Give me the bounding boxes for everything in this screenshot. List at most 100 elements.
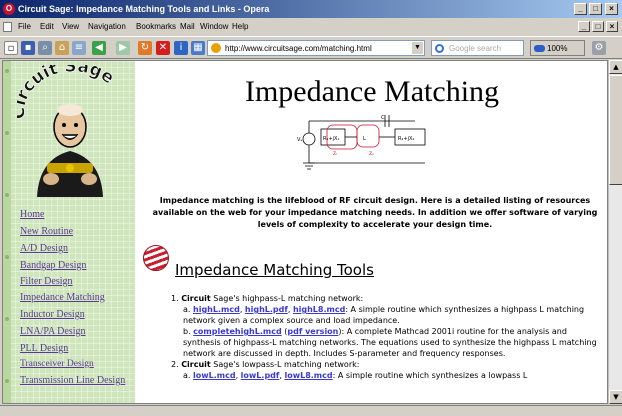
chevron-down-icon[interactable]: ▼	[412, 42, 423, 54]
section-title: Impedance Matching Tools	[175, 261, 374, 279]
info-icon[interactable]: i	[174, 41, 188, 55]
sub-label: a.	[183, 305, 191, 314]
menu-window[interactable]: Window	[200, 22, 228, 31]
link-pdf-version[interactable]: pdf version	[287, 327, 338, 336]
find-icon[interactable]: ⌕	[38, 41, 52, 55]
item-number: 2.	[171, 360, 179, 369]
reload-icon[interactable]: ↻	[138, 41, 152, 55]
strip-dot	[5, 255, 9, 259]
doc-close-button[interactable]: ×	[606, 21, 618, 32]
save-icon[interactable]: ▪	[21, 41, 35, 55]
nav-link-lna-pa-design[interactable]: LNA/PA Design	[20, 326, 85, 337]
tabs-icon[interactable]: ▦	[191, 41, 205, 55]
scroll-thumb[interactable]	[609, 75, 622, 185]
menu-file[interactable]: File	[18, 22, 31, 31]
strip-dot	[5, 317, 9, 321]
menu-help[interactable]: Help	[232, 22, 248, 31]
nav-link-filter-design[interactable]: Filter Design	[20, 276, 73, 287]
new-page-icon[interactable]: ▫	[4, 41, 18, 55]
menu-view[interactable]: View	[62, 22, 79, 31]
nav-link-bandgap-design[interactable]: Bandgap Design	[20, 260, 86, 271]
intro-paragraph: Impedance matching is the lifeblood of R…	[152, 196, 598, 229]
close-button[interactable]: ×	[605, 3, 618, 15]
panel-icon[interactable]: ≡	[72, 41, 86, 55]
globe-bullet-icon	[143, 245, 169, 271]
scroll-up-icon[interactable]: ▲	[609, 60, 622, 74]
item-heading: Sage's highpass-L matching network:	[210, 294, 364, 303]
vertical-scrollbar[interactable]: ▲ ▼	[608, 60, 622, 404]
strip-dot	[5, 69, 9, 73]
svg-text:L: L	[363, 136, 366, 142]
link-highl-pdf[interactable]: highL.pdf	[245, 305, 288, 314]
sage-body-image	[37, 151, 103, 197]
toolbar: ▫ ▪ ⌕ ⌂ ≡ ◀ ▶ ↻ ✕ i ▦ http://www.circuit…	[0, 36, 622, 59]
opera-icon: O	[3, 3, 15, 15]
sub-description: : A simple routine which synthesizes a h…	[183, 305, 585, 325]
nav-link-transmission-line-design[interactable]: Transmission Line Design	[20, 375, 130, 386]
tools-list: 1. Circuit Sage's highpass-L matching ne…	[171, 293, 601, 381]
search-input[interactable]: Google search	[431, 40, 524, 56]
link-completehighl-mcd[interactable]: completehighL.mcd	[193, 327, 282, 336]
strip-dot	[5, 379, 9, 383]
menu-mail[interactable]: Mail	[180, 22, 195, 31]
home-icon[interactable]: ⌂	[55, 41, 69, 55]
page-title: Impedance Matching	[244, 75, 500, 108]
title-bar: O Circuit Sage: Impedance Matching Tools…	[0, 0, 622, 18]
minimize-button[interactable]: _	[574, 3, 587, 15]
item-brand: Circuit	[181, 360, 211, 369]
svg-text:R₂+jX₂: R₂+jX₂	[398, 136, 415, 142]
menu-bar: File Edit View Navigation Bookmarks Mail…	[0, 19, 622, 35]
link-lowl8-mcd[interactable]: lowL8.mcd	[284, 371, 332, 380]
address-field[interactable]: http://www.circuitsage.com/matching.html…	[207, 40, 425, 56]
nav-link-transceiver-design[interactable]: Transceiver Design	[20, 359, 94, 369]
doc-restore-button[interactable]: □	[592, 21, 604, 32]
zoom-value: 100%	[547, 44, 568, 53]
sub-description: : A simple routine which synthesizes a l…	[332, 371, 528, 380]
search-placeholder: Google search	[449, 44, 502, 53]
sidebar: Circuit Sage Home New Routine A/D Des	[3, 61, 135, 403]
link-lowl-mcd[interactable]: lowL.mcd	[193, 371, 236, 380]
svg-text:Vₛ: Vₛ	[297, 137, 302, 143]
browser-window: O Circuit Sage: Impedance Matching Tools…	[0, 0, 622, 416]
menu-edit[interactable]: Edit	[40, 22, 54, 31]
menu-bookmarks[interactable]: Bookmarks	[136, 22, 176, 31]
document-icon	[3, 22, 12, 32]
status-bar	[0, 405, 622, 416]
main-content: Impedance Matching R₁+jX₁ L R₂+jX₂ Vₛ C …	[135, 61, 607, 403]
strip-dot	[5, 193, 9, 197]
menu-navigation[interactable]: Navigation	[88, 22, 126, 31]
zoom-icon	[534, 45, 545, 52]
link-highl-mcd[interactable]: highL.mcd	[193, 305, 240, 314]
address-value: http://www.circuitsage.com/matching.html	[225, 44, 372, 53]
svg-text:R₁+jX₁: R₁+jX₁	[323, 136, 340, 142]
zoom-control[interactable]: 100%	[530, 40, 585, 56]
strip-dot	[5, 131, 9, 135]
maximize-button[interactable]: □	[589, 3, 602, 15]
nav-link-home[interactable]: Home	[20, 209, 44, 220]
forward-icon[interactable]: ▶	[116, 41, 130, 55]
nav-link-ad-design[interactable]: A/D Design	[20, 243, 68, 254]
sub-item: b. completehighL.mcd (pdf version): A co…	[183, 327, 597, 358]
sub-item: a. highL.mcd, highL.pdf, highL8.mcd: A s…	[183, 305, 585, 325]
nav-link-impedance-matching[interactable]: Impedance Matching	[20, 292, 105, 303]
scroll-down-icon[interactable]: ▼	[609, 390, 622, 404]
stop-icon[interactable]: ✕	[156, 41, 170, 55]
svg-text:Zₗ: Zₗ	[333, 151, 337, 157]
nav-link-pll-design[interactable]: PLL Design	[20, 343, 68, 354]
lock-icon	[211, 43, 221, 53]
doc-minimize-button[interactable]: _	[578, 21, 590, 32]
item-number: 1.	[171, 294, 179, 303]
nav-link-inductor-design[interactable]: Inductor Design	[20, 309, 85, 320]
sub-label: a.	[183, 371, 191, 380]
tools-icon[interactable]: ⚙	[592, 41, 606, 55]
sidebar-strip	[3, 61, 11, 403]
item-heading: Sage's lowpass-L matching network:	[210, 360, 360, 369]
back-icon[interactable]: ◀	[92, 41, 106, 55]
nav-link-new-routine[interactable]: New Routine	[20, 226, 73, 237]
link-highl8-mcd[interactable]: highL8.mcd	[293, 305, 345, 314]
link-lowl-pdf[interactable]: lowL.pdf	[241, 371, 280, 380]
item-brand: Circuit	[181, 294, 211, 303]
list-item: 2. Circuit Sage's lowpass-L matching net…	[171, 359, 601, 370]
sub-item: a. lowL.mcd, lowL.pdf, lowL8.mcd: A simp…	[183, 371, 528, 380]
window-title: Circuit Sage: Impedance Matching Tools a…	[18, 4, 270, 14]
